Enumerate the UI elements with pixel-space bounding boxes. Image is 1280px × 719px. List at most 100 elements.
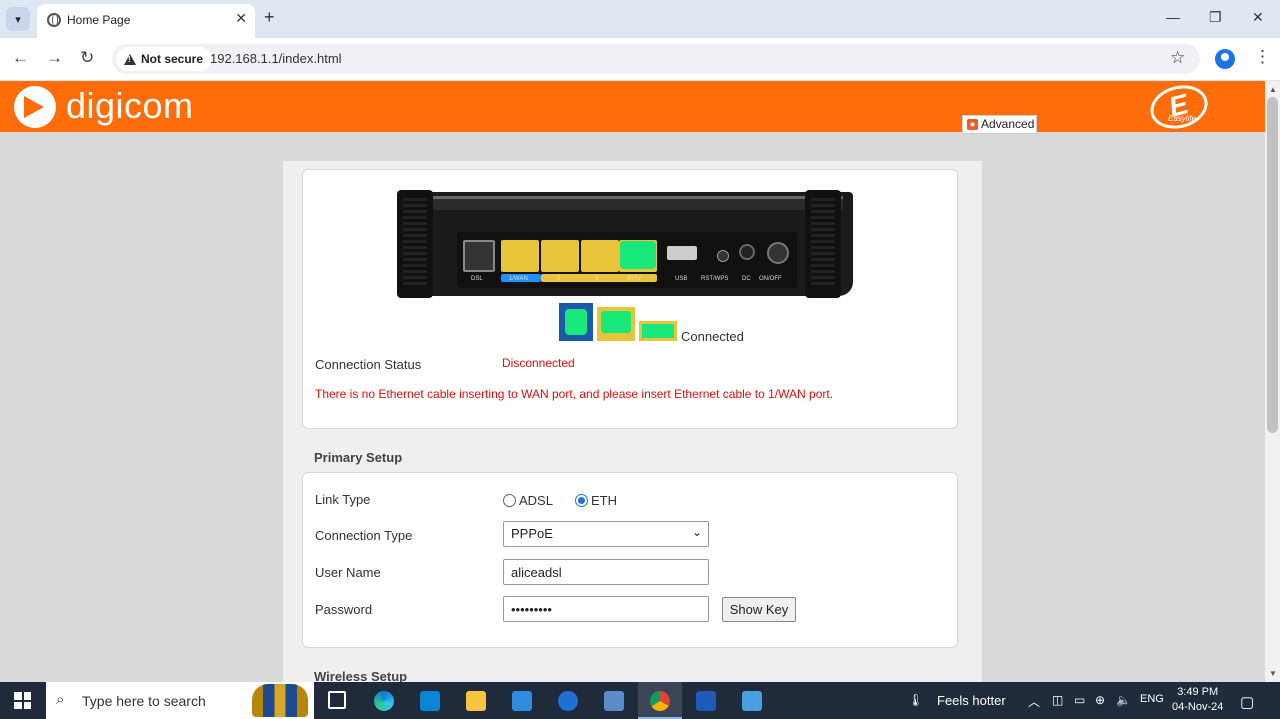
network-icon[interactable]: ⊕ — [1095, 693, 1105, 707]
taskbar: ⌕ Type here to search 🌡 Feels hotter ︿ ◫… — [0, 682, 1280, 719]
legend-connected-label: Connected — [681, 329, 744, 344]
label-rst-wps: RST/WPS — [701, 276, 729, 282]
connection-type-select[interactable]: PPPoE ⌄ — [503, 521, 709, 547]
connection-status-label: Connection Status — [315, 357, 422, 372]
scrollbar-thumb[interactable] — [1267, 97, 1278, 433]
user-name-label: User Name — [315, 565, 381, 580]
tab-strip: ▾ Home Page ✕ + — ❐ ✕ — [0, 0, 1280, 38]
scroll-down-icon[interactable]: ▼ — [1269, 669, 1277, 678]
tab-home-page[interactable]: Home Page ✕ — [37, 4, 255, 38]
notification-icon[interactable]: ▢ — [1240, 693, 1254, 711]
connection-type-value: PPPoE — [511, 526, 553, 541]
weather-icon[interactable]: 🌡 — [908, 693, 923, 707]
digicom-logo-icon — [14, 86, 56, 128]
port-wan — [501, 240, 539, 272]
windows-start-icon[interactable] — [14, 692, 31, 709]
advanced-icon — [967, 119, 978, 130]
label-lan3: 3 — [595, 276, 599, 282]
page-viewport: digicom E Easylife DSL 1/WAN 2 3 4/ITV U… — [0, 81, 1265, 682]
back-button[interactable]: ← — [12, 48, 29, 68]
restore-button[interactable]: ❐ — [1209, 9, 1222, 26]
globe-icon — [47, 13, 61, 27]
label-dsl: DSL — [471, 276, 483, 282]
bookmark-star-icon[interactable]: ☆ — [1170, 48, 1185, 68]
router-port-panel: DSL 1/WAN 2 3 4/ITV USB RST/WPS DC ON/OF… — [457, 232, 797, 288]
clock-time: 3:49 PM — [1177, 686, 1219, 698]
taskbar-search-box[interactable]: ⌕ Type here to search — [46, 682, 314, 719]
port-dsl — [463, 240, 495, 272]
show-hidden-icons-icon[interactable]: ︿ — [1028, 693, 1040, 710]
security-label: Not secure — [141, 52, 204, 66]
browser-menu-icon[interactable]: ⋮ — [1254, 47, 1271, 67]
label-lan2: 2 — [557, 276, 561, 282]
radio-eth[interactable] — [575, 494, 588, 507]
button-on-off — [767, 242, 789, 264]
close-tab-icon[interactable]: ✕ — [235, 10, 247, 27]
close-window-button[interactable]: ✕ — [1252, 9, 1264, 26]
show-key-button[interactable]: Show Key — [722, 597, 796, 622]
language-indicator[interactable]: ENG — [1140, 693, 1164, 705]
search-highlight-image — [252, 684, 308, 717]
port-itv-connected — [620, 241, 656, 269]
page-scrollbar[interactable]: ▲ ▼ — [1265, 81, 1280, 682]
battery-icon[interactable]: ▭ — [1074, 693, 1085, 707]
new-tab-button[interactable]: + — [264, 7, 275, 28]
weather-text[interactable]: Feels hotter — [937, 693, 1006, 708]
legend-wan-icon — [559, 303, 593, 341]
taskbar-clock[interactable]: 3:49 PM 04-Nov-24 — [1172, 685, 1223, 715]
port-lan3 — [581, 240, 619, 272]
word-icon[interactable] — [696, 691, 716, 711]
snipping-icon[interactable] — [604, 691, 624, 711]
browser-toolbar: ← → ↻ Not secure 192.168.1.1/index.html … — [0, 38, 1280, 81]
minimize-button[interactable]: — — [1166, 9, 1180, 25]
radio-adsl-label[interactable]: ADSL — [519, 493, 553, 508]
reload-button[interactable]: ↻ — [80, 48, 94, 68]
port-usb — [667, 246, 697, 260]
connection-type-label: Connection Type — [315, 528, 413, 543]
radio-eth-label[interactable]: ETH — [591, 493, 617, 508]
store-icon[interactable] — [420, 691, 440, 711]
file-explorer-icon[interactable] — [466, 691, 486, 711]
url-text[interactable]: 192.168.1.1/index.html — [210, 51, 342, 66]
profile-avatar[interactable] — [1215, 49, 1235, 69]
advanced-button[interactable]: Advanced — [962, 115, 1037, 134]
port-lan2 — [541, 240, 579, 272]
router-diagram: DSL 1/WAN 2 3 4/ITV USB RST/WPS DC ON/OF… — [393, 190, 863, 302]
main-content: DSL 1/WAN 2 3 4/ITV USB RST/WPS DC ON/OF… — [283, 161, 982, 682]
antenna-right — [805, 190, 841, 298]
mail-icon[interactable] — [512, 691, 532, 711]
edge-icon[interactable] — [374, 691, 394, 711]
easylife-logo-text: Easylife — [1168, 114, 1197, 123]
password-label: Password — [315, 602, 373, 617]
task-view-icon[interactable] — [328, 691, 346, 709]
forward-button[interactable]: → — [46, 48, 63, 68]
port-dc — [739, 244, 755, 260]
status-card: DSL 1/WAN 2 3 4/ITV USB RST/WPS DC ON/OF… — [302, 169, 958, 429]
search-icon: ⌕ — [56, 691, 65, 708]
remote-desktop-icon[interactable] — [742, 691, 762, 711]
advanced-label: Advanced — [981, 117, 1035, 131]
label-wan: 1/WAN — [509, 276, 528, 282]
scroll-up-icon[interactable]: ▲ — [1269, 85, 1277, 94]
primary-setup-card: Link Type ADSL ETH Connection Type PPPoE… — [302, 472, 958, 648]
volume-icon[interactable]: 🔈 — [1116, 693, 1131, 707]
security-chip[interactable]: Not secure — [116, 47, 213, 71]
chrome-taskbar-button[interactable] — [638, 682, 682, 719]
connection-error-message: There is no Ethernet cable inserting to … — [315, 387, 834, 401]
bluetooth-icon[interactable] — [558, 691, 578, 711]
button-rst-wps — [717, 250, 729, 262]
tab-search-button[interactable]: ▾ — [6, 7, 30, 31]
link-type-label: Link Type — [315, 492, 371, 507]
meet-now-icon[interactable]: ◫ — [1052, 693, 1063, 707]
password-input[interactable]: ••••••••• — [503, 596, 709, 622]
primary-setup-title: Primary Setup — [314, 450, 403, 465]
chevron-down-icon: ⌄ — [691, 525, 702, 539]
radio-adsl[interactable] — [503, 494, 516, 507]
easylife-logo: E — [1145, 81, 1213, 135]
label-dc: DC — [742, 276, 751, 282]
legend-connected-icon — [639, 321, 677, 341]
warning-icon — [124, 53, 136, 65]
user-name-input[interactable]: aliceadsl — [503, 559, 709, 585]
address-bar[interactable]: Not secure 192.168.1.1/index.html ☆ — [112, 44, 1200, 74]
label-itv: 4/ITV — [627, 276, 642, 282]
